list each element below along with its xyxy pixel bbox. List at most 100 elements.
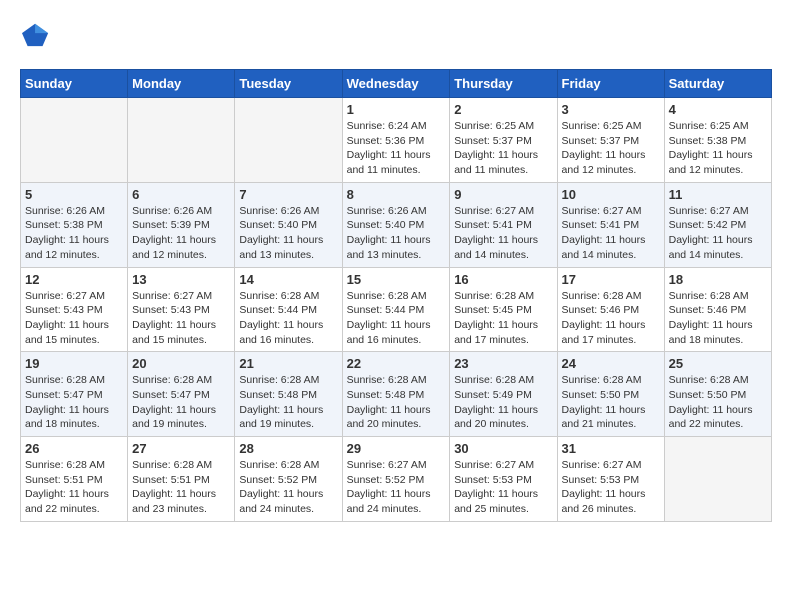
weekday-header: Monday [128,70,235,98]
day-info: Sunrise: 6:28 AMSunset: 5:48 PMDaylight:… [347,373,446,432]
day-number: 28 [239,441,337,456]
day-info: Sunrise: 6:27 AMSunset: 5:41 PMDaylight:… [454,204,552,263]
calendar-cell: 25 Sunrise: 6:28 AMSunset: 5:50 PMDayligh… [664,352,771,437]
day-number: 4 [669,102,767,117]
day-number: 27 [132,441,230,456]
day-number: 2 [454,102,552,117]
day-number: 12 [25,272,123,287]
calendar-cell: 4 Sunrise: 6:25 AMSunset: 5:38 PMDaylight… [664,98,771,183]
weekday-header: Tuesday [235,70,342,98]
calendar-cell: 13 Sunrise: 6:27 AMSunset: 5:43 PMDayligh… [128,267,235,352]
calendar-cell: 9 Sunrise: 6:27 AMSunset: 5:41 PMDaylight… [450,182,557,267]
day-number: 20 [132,356,230,371]
calendar-cell: 16 Sunrise: 6:28 AMSunset: 5:45 PMDayligh… [450,267,557,352]
calendar-cell: 30 Sunrise: 6:27 AMSunset: 5:53 PMDayligh… [450,437,557,522]
day-number: 9 [454,187,552,202]
calendar-table: SundayMondayTuesdayWednesdayThursdayFrid… [20,69,772,522]
calendar-cell: 5Sunrise: 6:26 AMSunset: 5:38 PMDaylight… [21,182,128,267]
day-number: 30 [454,441,552,456]
day-info: Sunrise: 6:28 AMSunset: 5:52 PMDaylight:… [239,458,337,517]
calendar-cell: 14Sunrise: 6:28 AMSunset: 5:44 PMDayligh… [235,267,342,352]
day-info: Sunrise: 6:26 AMSunset: 5:38 PMDaylight:… [25,204,123,263]
calendar-cell: 20 Sunrise: 6:28 AMSunset: 5:47 PMDayligh… [128,352,235,437]
day-number: 6 [132,187,230,202]
day-info: Sunrise: 6:27 AMSunset: 5:43 PMDaylight:… [132,289,230,348]
day-number: 14 [239,272,337,287]
day-info: Sunrise: 6:27 AMSunset: 5:42 PMDaylight:… [669,204,767,263]
calendar-cell: 10 Sunrise: 6:27 AMSunset: 5:41 PMDayligh… [557,182,664,267]
weekday-header: Sunday [21,70,128,98]
calendar-cell: 11 Sunrise: 6:27 AMSunset: 5:42 PMDayligh… [664,182,771,267]
calendar-cell: 28 Sunrise: 6:28 AMSunset: 5:52 PMDayligh… [235,437,342,522]
calendar-cell: 18 Sunrise: 6:28 AMSunset: 5:46 PMDayligh… [664,267,771,352]
day-info: Sunrise: 6:25 AMSunset: 5:37 PMDaylight:… [454,119,552,178]
day-number: 10 [562,187,660,202]
day-number: 7 [239,187,337,202]
day-info: Sunrise: 6:28 AMSunset: 5:49 PMDaylight:… [454,373,552,432]
day-info: Sunrise: 6:28 AMSunset: 5:46 PMDaylight:… [669,289,767,348]
day-number: 1 [347,102,446,117]
logo-icon [22,20,50,48]
calendar-week-row: 19 Sunrise: 6:28 AMSunset: 5:47 PMDayligh… [21,352,772,437]
day-number: 19 [25,356,123,371]
day-info: Sunrise: 6:24 AMSunset: 5:36 PMDaylight:… [347,119,446,178]
page-header [20,20,772,53]
calendar-cell: 23Sunrise: 6:28 AMSunset: 5:49 PMDayligh… [450,352,557,437]
day-number: 17 [562,272,660,287]
weekday-header: Friday [557,70,664,98]
day-number: 26 [25,441,123,456]
day-info: Sunrise: 6:27 AMSunset: 5:52 PMDaylight:… [347,458,446,517]
day-number: 3 [562,102,660,117]
calendar-cell: 19 Sunrise: 6:28 AMSunset: 5:47 PMDayligh… [21,352,128,437]
day-info: Sunrise: 6:28 AMSunset: 5:45 PMDaylight:… [454,289,552,348]
day-info: Sunrise: 6:28 AMSunset: 5:46 PMDaylight:… [562,289,660,348]
calendar-cell: 3 Sunrise: 6:25 AMSunset: 5:37 PMDaylight… [557,98,664,183]
day-info: Sunrise: 6:26 AMSunset: 5:40 PMDaylight:… [239,204,337,263]
weekday-header: Saturday [664,70,771,98]
weekday-header: Thursday [450,70,557,98]
calendar-cell: 26 Sunrise: 6:28 AMSunset: 5:51 PMDayligh… [21,437,128,522]
day-number: 18 [669,272,767,287]
calendar-week-row: 26 Sunrise: 6:28 AMSunset: 5:51 PMDayligh… [21,437,772,522]
day-info: Sunrise: 6:28 AMSunset: 5:50 PMDaylight:… [669,373,767,432]
day-info: Sunrise: 6:27 AMSunset: 5:41 PMDaylight:… [562,204,660,263]
calendar-week-row: 1 Sunrise: 6:24 AMSunset: 5:36 PMDaylight… [21,98,772,183]
calendar-cell: 24Sunrise: 6:28 AMSunset: 5:50 PMDayligh… [557,352,664,437]
weekday-header-row: SundayMondayTuesdayWednesdayThursdayFrid… [21,70,772,98]
calendar-cell: 2 Sunrise: 6:25 AMSunset: 5:37 PMDaylight… [450,98,557,183]
day-info: Sunrise: 6:28 AMSunset: 5:51 PMDaylight:… [25,458,123,517]
day-number: 22 [347,356,446,371]
day-info: Sunrise: 6:27 AMSunset: 5:43 PMDaylight:… [25,289,123,348]
calendar-cell [128,98,235,183]
logo [20,20,50,53]
calendar-cell [235,98,342,183]
day-info: Sunrise: 6:28 AMSunset: 5:51 PMDaylight:… [132,458,230,517]
day-number: 25 [669,356,767,371]
day-info: Sunrise: 6:28 AMSunset: 5:48 PMDaylight:… [239,373,337,432]
day-number: 11 [669,187,767,202]
calendar-cell: 1 Sunrise: 6:24 AMSunset: 5:36 PMDaylight… [342,98,450,183]
day-number: 31 [562,441,660,456]
weekday-header: Wednesday [342,70,450,98]
day-number: 29 [347,441,446,456]
calendar-cell: 15Sunrise: 6:28 AMSunset: 5:44 PMDayligh… [342,267,450,352]
day-info: Sunrise: 6:25 AMSunset: 5:37 PMDaylight:… [562,119,660,178]
day-info: Sunrise: 6:26 AMSunset: 5:39 PMDaylight:… [132,204,230,263]
day-number: 13 [132,272,230,287]
calendar-cell: 17 Sunrise: 6:28 AMSunset: 5:46 PMDayligh… [557,267,664,352]
day-info: Sunrise: 6:27 AMSunset: 5:53 PMDaylight:… [562,458,660,517]
calendar-cell: 31 Sunrise: 6:27 AMSunset: 5:53 PMDayligh… [557,437,664,522]
day-info: Sunrise: 6:28 AMSunset: 5:50 PMDaylight:… [562,373,660,432]
day-info: Sunrise: 6:28 AMSunset: 5:44 PMDaylight:… [347,289,446,348]
calendar-cell [21,98,128,183]
day-number: 16 [454,272,552,287]
day-info: Sunrise: 6:28 AMSunset: 5:47 PMDaylight:… [132,373,230,432]
day-number: 21 [239,356,337,371]
calendar-cell: 27 Sunrise: 6:28 AMSunset: 5:51 PMDayligh… [128,437,235,522]
calendar-cell: 8Sunrise: 6:26 AMSunset: 5:40 PMDaylight… [342,182,450,267]
calendar-week-row: 5Sunrise: 6:26 AMSunset: 5:38 PMDaylight… [21,182,772,267]
day-info: Sunrise: 6:27 AMSunset: 5:53 PMDaylight:… [454,458,552,517]
day-info: Sunrise: 6:25 AMSunset: 5:38 PMDaylight:… [669,119,767,178]
day-info: Sunrise: 6:28 AMSunset: 5:47 PMDaylight:… [25,373,123,432]
calendar-cell [664,437,771,522]
